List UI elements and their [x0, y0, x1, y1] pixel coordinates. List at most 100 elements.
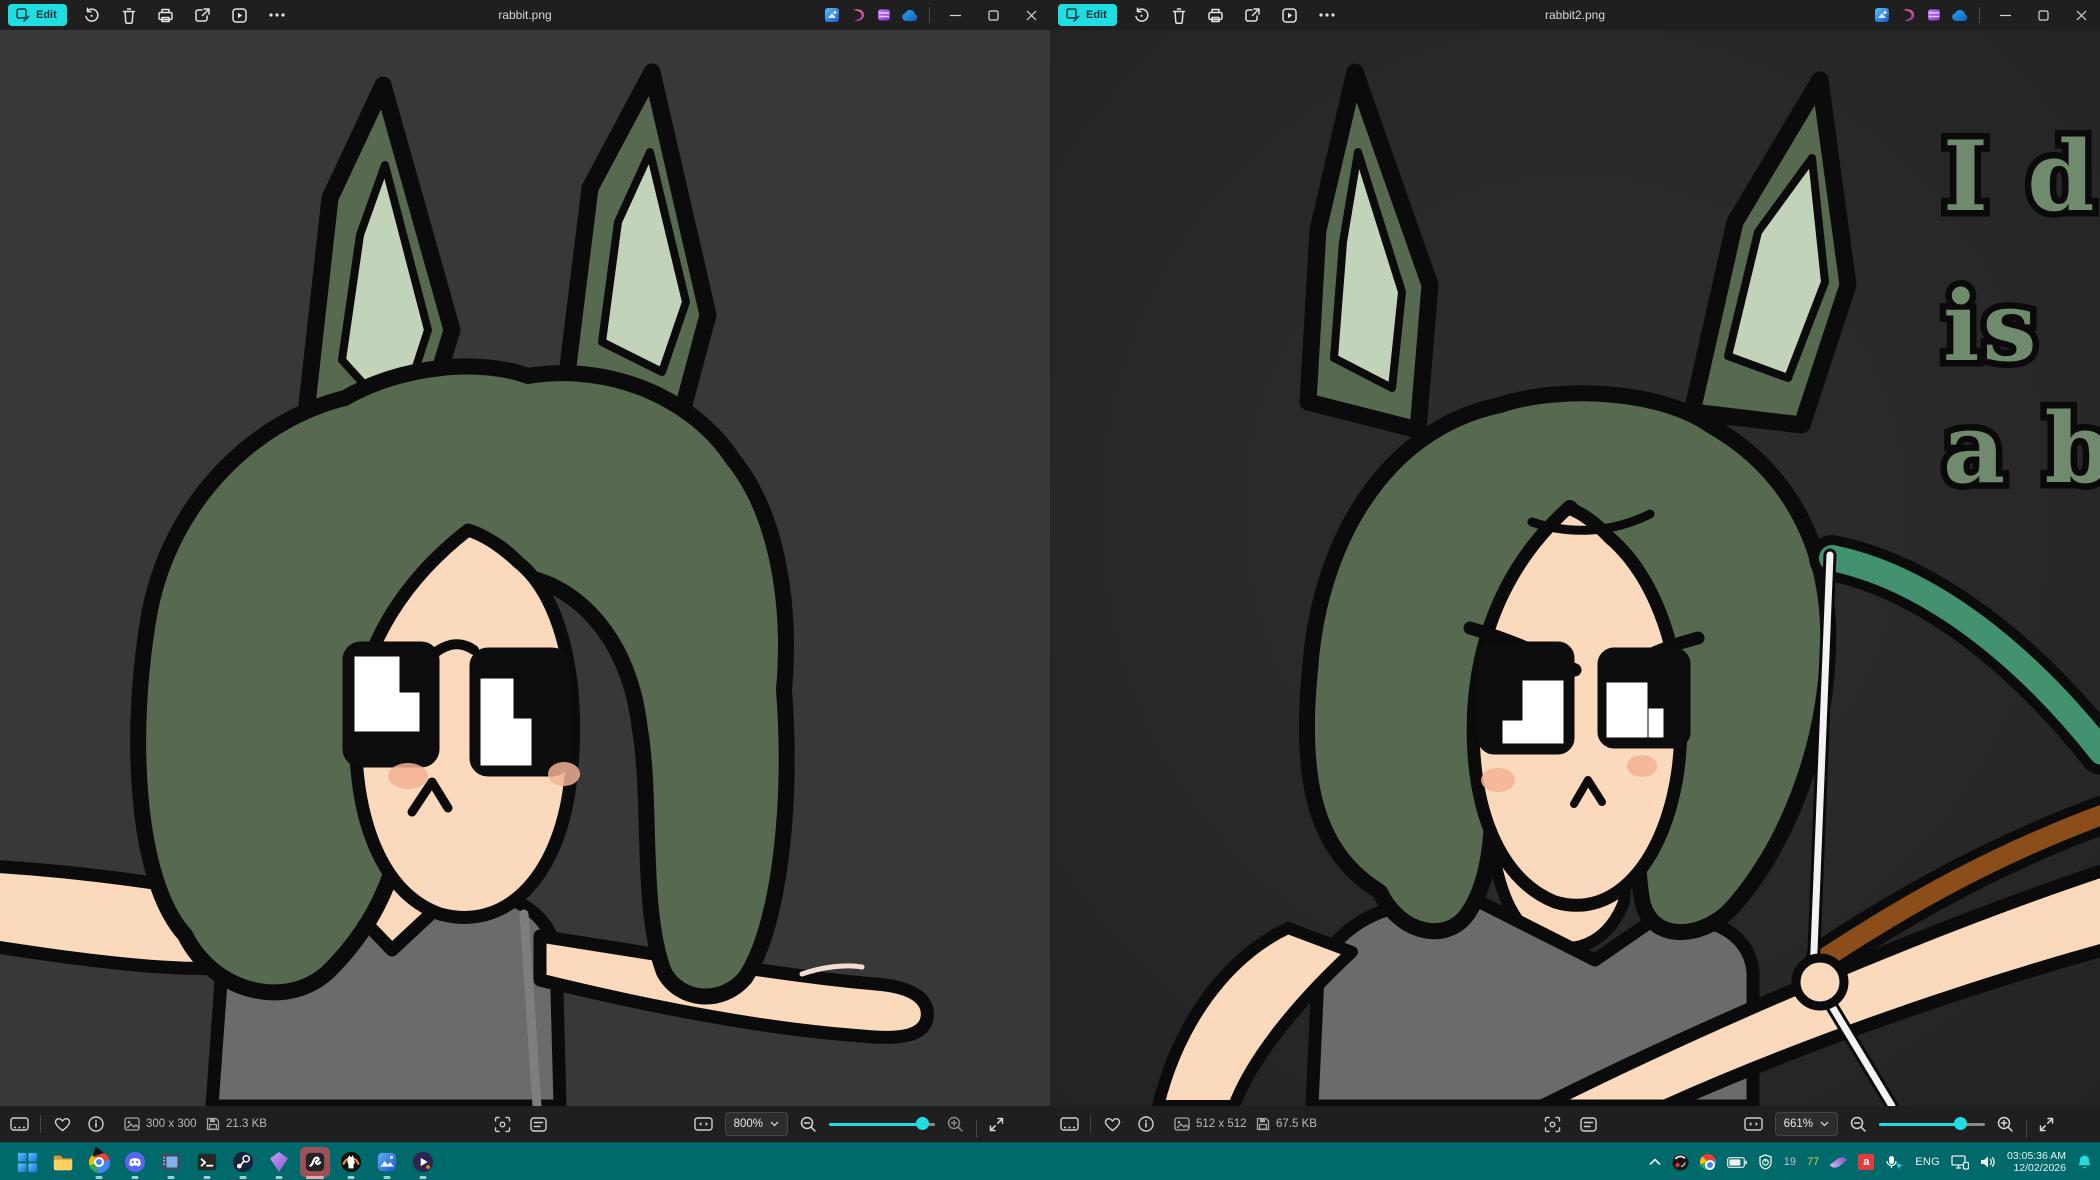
terminal-button[interactable] [189, 1144, 225, 1180]
fullscreen-icon[interactable] [2039, 1117, 2054, 1132]
statusbar-divider [2026, 1120, 2027, 1138]
minimize-button[interactable] [1986, 0, 2024, 30]
media-player-button[interactable] [405, 1144, 441, 1180]
clipchamp-app-icon[interactable] [1921, 0, 1947, 30]
video-app-button[interactable] [153, 1144, 189, 1180]
copilot-swirl-icon[interactable] [1895, 0, 1921, 30]
power-shield-icon[interactable] [1758, 1154, 1773, 1170]
filmstrip-toggle[interactable] [1060, 1106, 1079, 1142]
hand [1796, 958, 1844, 1006]
network-icon[interactable] [1951, 1155, 1969, 1170]
svg-text:is: is [1943, 270, 2040, 383]
more-button[interactable] [1315, 3, 1339, 27]
close-button[interactable] [1012, 0, 1050, 30]
more-button[interactable] [265, 3, 289, 27]
voice-access-icon[interactable] [1885, 1155, 1904, 1170]
designer-app-icon[interactable] [819, 0, 845, 30]
volume-icon[interactable] [1980, 1155, 1996, 1169]
clipchamp-app-icon[interactable] [871, 0, 897, 30]
copilot-swirl-icon[interactable] [845, 0, 871, 30]
pen-feather-icon[interactable] [1830, 1159, 1847, 1166]
notification-bell-icon[interactable] [2077, 1154, 2092, 1170]
text-actions-icon[interactable] [530, 1106, 547, 1142]
start-button[interactable] [9, 1144, 45, 1180]
image-viewer-rabbit2[interactable]: I d is a b [1050, 30, 2100, 1106]
zoom-level-dropdown[interactable]: 661% [1775, 1112, 1838, 1136]
battery-icon[interactable] [1727, 1157, 1747, 1168]
fit-to-window-icon[interactable] [1744, 1117, 1763, 1131]
delete-button[interactable] [1167, 3, 1191, 27]
share-button[interactable] [191, 3, 215, 27]
print-button[interactable] [1204, 3, 1228, 27]
maximize-button[interactable] [2024, 0, 2062, 30]
file-size-value: 21.3 KB [226, 1118, 267, 1130]
paint-app-button-active[interactable] [297, 1144, 333, 1180]
delete-button[interactable] [117, 3, 141, 27]
gem-app-button[interactable] [261, 1144, 297, 1180]
fullscreen-icon[interactable] [989, 1117, 1004, 1132]
zoom-out-icon[interactable] [800, 1116, 817, 1133]
photos-app-button[interactable] [369, 1144, 405, 1180]
print-button[interactable] [154, 3, 178, 27]
maximize-button[interactable] [974, 0, 1012, 30]
text-actions-icon[interactable] [1580, 1106, 1597, 1142]
share-button[interactable] [1241, 3, 1265, 27]
share-icon [194, 7, 211, 24]
file-explorer-button[interactable] [45, 1144, 81, 1180]
rotate-button[interactable] [80, 3, 104, 27]
designer-app-icon[interactable] [1869, 0, 1895, 30]
language-indicator[interactable]: ENG [1915, 1156, 1940, 1168]
steam-icon [232, 1151, 254, 1173]
slideshow-button[interactable] [228, 3, 252, 27]
slideshow-icon [1281, 7, 1298, 24]
minimize-button[interactable] [936, 0, 974, 30]
chrome-tray-icon[interactable] [1700, 1154, 1716, 1170]
statusbar-divider [1090, 1115, 1091, 1133]
zoom-out-icon[interactable] [1850, 1116, 1867, 1133]
maximize-icon [2038, 10, 2049, 21]
discord-button[interactable] [117, 1144, 153, 1180]
image-viewer-rabbit[interactable] [0, 30, 1050, 1106]
filmstrip-toggle[interactable] [10, 1106, 29, 1142]
edit-button[interactable]: Edit [1058, 4, 1117, 26]
photos-icon [376, 1151, 398, 1173]
fit-to-window-icon[interactable] [694, 1117, 713, 1131]
gpu-temp-value[interactable]: 19 [1784, 1156, 1796, 1168]
onedrive-cloud-icon[interactable] [897, 0, 923, 30]
zoom-slider-knob[interactable] [1954, 1117, 1967, 1130]
recorder-tray-icon[interactable] [1672, 1154, 1689, 1171]
zoom-in-icon[interactable] [1997, 1116, 2014, 1133]
zoom-slider[interactable] [1879, 1117, 1985, 1131]
more-icon [269, 13, 285, 17]
zoom-slider-knob[interactable] [916, 1117, 929, 1130]
tray-chevron-icon[interactable] [1649, 1158, 1661, 1166]
media-player-icon [412, 1151, 434, 1173]
gpu-usage-value[interactable]: 77 [1807, 1156, 1819, 1168]
rotate-button[interactable] [1130, 3, 1154, 27]
favorite-button[interactable] [54, 1106, 71, 1142]
clock[interactable]: 03:05:36 AM 12/02/2026 [2007, 1150, 2066, 1175]
close-button[interactable] [2062, 0, 2100, 30]
red-a-app-icon[interactable]: a [1858, 1154, 1874, 1170]
visual-search-icon[interactable] [494, 1106, 511, 1142]
titlebar-divider [1979, 7, 1980, 23]
edit-button[interactable]: Edit [8, 4, 67, 26]
info-button[interactable] [88, 1106, 104, 1142]
zoom-slider[interactable] [829, 1117, 935, 1131]
favorite-button[interactable] [1104, 1106, 1121, 1142]
titlebar-left: Edit rabbit.png [0, 0, 1050, 30]
chrome-button[interactable] [81, 1144, 117, 1180]
slideshow-button[interactable] [1278, 3, 1302, 27]
onedrive-cloud-icon[interactable] [1947, 0, 1973, 30]
zoom-in-icon[interactable] [947, 1116, 964, 1133]
print-icon [1207, 7, 1224, 24]
rabbit-artwork [0, 30, 1050, 1106]
zoom-level-dropdown[interactable]: 800% [725, 1112, 788, 1136]
rotate-icon [83, 7, 100, 24]
steam-button[interactable] [225, 1144, 261, 1180]
info-button[interactable] [1138, 1106, 1154, 1142]
statusbar-right: 512 x 512 67.5 KB 661% [1050, 1106, 2100, 1142]
llama-app-button[interactable] [333, 1144, 369, 1180]
photos-window-rabbit: Edit rabbit.png [0, 0, 1052, 1142]
visual-search-icon[interactable] [1544, 1106, 1561, 1142]
